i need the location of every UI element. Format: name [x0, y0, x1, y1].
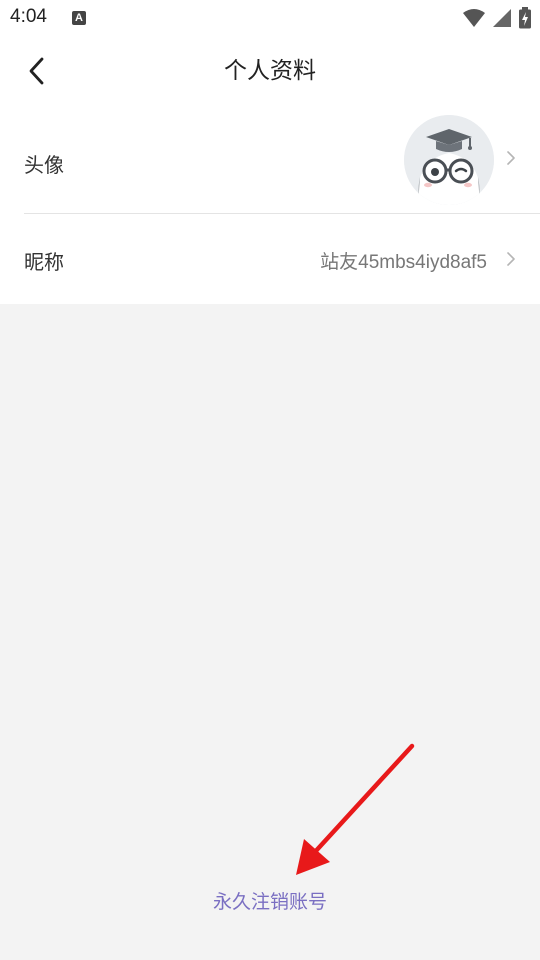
chevron-right-icon	[507, 151, 515, 165]
delete-account-link[interactable]: 永久注销账号	[0, 887, 540, 914]
status-time: 4:04	[10, 6, 47, 27]
notification-a-icon: A	[72, 11, 86, 25]
signal-icon	[493, 9, 511, 27]
nickname-row[interactable]: 昵称 站友45mbs4iyd8af5	[24, 214, 540, 304]
wifi-icon	[463, 9, 485, 27]
status-bar: 4:04 A	[0, 0, 540, 36]
avatar[interactable]	[404, 115, 494, 205]
profile-card: 个人资料 头像 昵称 站友45mbs4iyd8af5	[0, 36, 540, 304]
chevron-right-icon	[507, 252, 515, 266]
avatar-row[interactable]: 头像	[24, 114, 540, 214]
avatar-row-label: 头像	[24, 153, 64, 177]
status-icons	[462, 7, 532, 29]
page-title: 个人资料	[224, 58, 316, 84]
nickname-row-label: 昵称	[24, 250, 64, 274]
nickname-value: 站友45mbs4iyd8af5	[320, 252, 487, 273]
battery-icon	[519, 7, 531, 29]
avatar-image	[404, 115, 494, 205]
